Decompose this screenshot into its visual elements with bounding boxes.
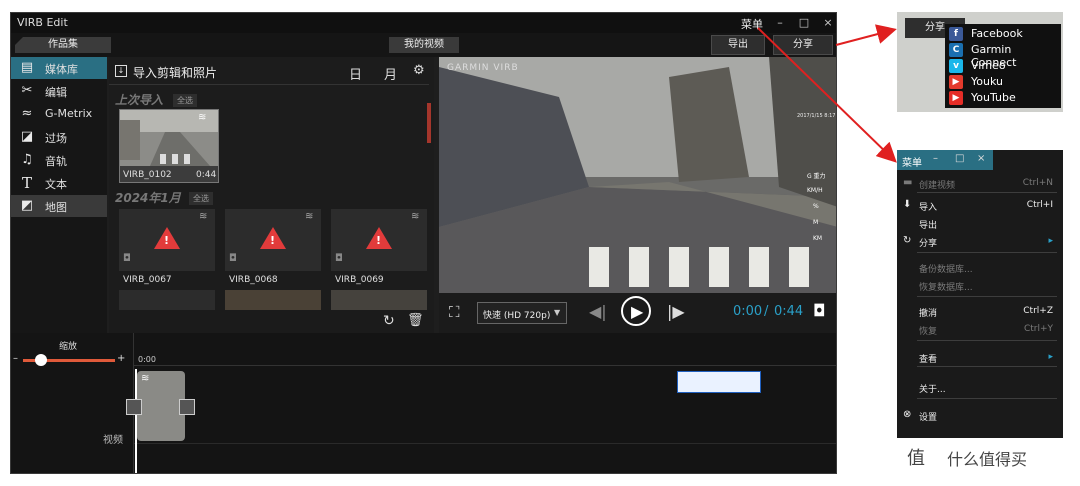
arrow-share <box>835 24 897 46</box>
arrow-menu <box>757 27 897 163</box>
annotation-arrows <box>757 24 897 163</box>
